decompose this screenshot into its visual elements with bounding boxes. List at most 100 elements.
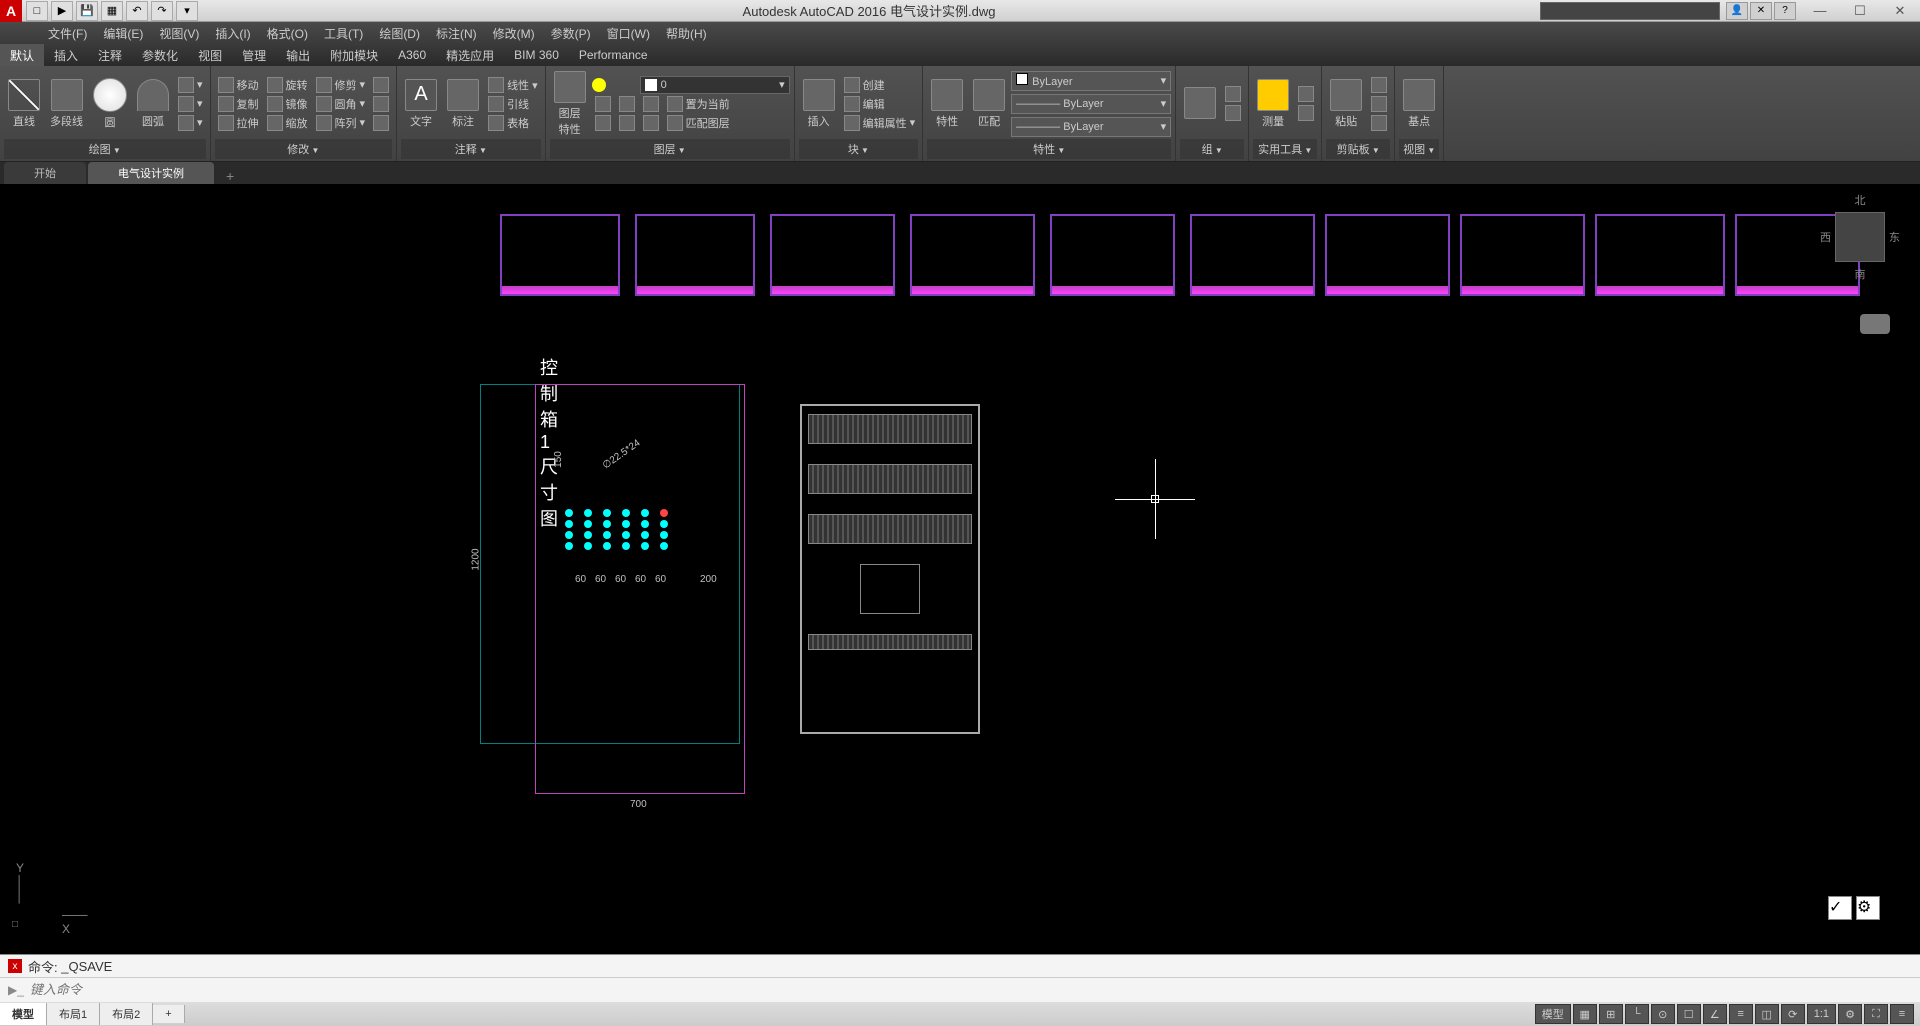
sheet-thumb-2[interactable]	[635, 214, 755, 296]
polyline-button[interactable]: 多段线	[46, 77, 87, 131]
arc-button[interactable]: 圆弧	[133, 77, 173, 131]
ribbon-tab-performance[interactable]: Performance	[569, 44, 658, 66]
help-icon[interactable]: ?	[1774, 2, 1796, 20]
circle-button[interactable]: 圆	[89, 76, 131, 132]
menu-parametric[interactable]: 参数(P)	[543, 25, 599, 42]
copy-button[interactable]: 复制	[215, 95, 262, 113]
group-i2[interactable]	[1222, 104, 1244, 122]
status-annoscale[interactable]: 1:1	[1807, 1004, 1836, 1024]
array-button[interactable]: 阵列 ▾	[313, 114, 369, 132]
status-gear-icon[interactable]: ⚙	[1838, 1004, 1862, 1024]
layer-i5[interactable]	[616, 114, 638, 132]
ribbon-tab-insert[interactable]: 插入	[44, 44, 88, 66]
status-customize-icon[interactable]: ≡	[1890, 1004, 1914, 1024]
viewcube-west[interactable]: 西	[1820, 229, 1831, 245]
menu-view[interactable]: 视图(V)	[151, 25, 207, 42]
text-button[interactable]: A文字	[401, 77, 441, 131]
edit-block-button[interactable]: 编辑	[841, 95, 919, 113]
cmd-close-icon[interactable]: x	[8, 959, 22, 973]
layer-props-button[interactable]: 图层特性	[550, 69, 590, 139]
viewcube[interactable]: 北 西 东 南	[1820, 192, 1900, 282]
clip-i2[interactable]	[1368, 95, 1390, 113]
menu-insert[interactable]: 插入(I)	[207, 25, 258, 42]
sheet-thumb-9[interactable]	[1595, 214, 1725, 296]
match-props-button[interactable]: 匹配	[969, 77, 1009, 131]
base-point-button[interactable]: 基点	[1399, 77, 1439, 131]
layer-i1[interactable]	[592, 95, 614, 113]
status-lweight-icon[interactable]: ≡	[1729, 1004, 1753, 1024]
fillet-button[interactable]: 圆角 ▾	[313, 95, 369, 113]
clip-i1[interactable]	[1368, 76, 1390, 94]
qat-plot-icon[interactable]: ▦	[101, 1, 123, 21]
panel-title-draw[interactable]: 绘图	[4, 139, 206, 159]
dimension-button[interactable]: 标注	[443, 77, 483, 131]
table-button[interactable]: 表格	[485, 114, 541, 132]
make-current-button[interactable]: 置为当前	[664, 95, 733, 113]
viewcube-east[interactable]: 东	[1889, 229, 1900, 245]
sheet-thumb-6[interactable]	[1190, 214, 1315, 296]
draw-flyout-1[interactable]: ▾	[175, 76, 206, 94]
match-layer-button[interactable]: 匹配图层	[664, 114, 733, 132]
mirror-button[interactable]: 镜像	[264, 95, 311, 113]
layer-i4[interactable]	[592, 114, 614, 132]
panel-title-props[interactable]: 特性	[927, 139, 1171, 159]
panel-title-view[interactable]: 视图	[1399, 139, 1439, 159]
view-icon-2[interactable]: ⚙	[1856, 896, 1880, 920]
scale-button[interactable]: 缩放	[264, 114, 311, 132]
util-i2[interactable]	[1295, 104, 1317, 122]
line-button[interactable]: 直线	[4, 77, 44, 131]
ribbon-tab-addins[interactable]: 附加模块	[320, 44, 388, 66]
ribbon-tab-default[interactable]: 默认	[0, 44, 44, 66]
trim-button[interactable]: 修剪 ▾	[313, 76, 369, 94]
status-polar-icon[interactable]: ⊙	[1651, 1004, 1675, 1024]
ribbon-tab-annotate[interactable]: 注释	[88, 44, 132, 66]
move-button[interactable]: 移动	[215, 76, 262, 94]
search-input[interactable]	[1540, 2, 1720, 20]
signin-icon[interactable]: 👤	[1726, 2, 1748, 20]
menu-window[interactable]: 窗口(W)	[599, 25, 658, 42]
layer-freeze-icon[interactable]	[608, 78, 622, 92]
status-transparency-icon[interactable]: ◫	[1755, 1004, 1779, 1024]
leader-button[interactable]: 引线	[485, 95, 541, 113]
menu-file[interactable]: 文件(F)	[40, 25, 95, 42]
ribbon-tab-view[interactable]: 视图	[188, 44, 232, 66]
layout-tab-1[interactable]: 布局1	[47, 1003, 100, 1025]
status-cycling-icon[interactable]: ⟳	[1781, 1004, 1805, 1024]
layer-i6[interactable]	[640, 114, 662, 132]
layer-dropdown[interactable]: 0▾	[640, 76, 790, 94]
lineweight-dropdown[interactable]: ———— ByLayer▾	[1011, 94, 1171, 114]
panel-title-annotate[interactable]: 注释	[401, 139, 541, 159]
draw-flyout-2[interactable]: ▾	[175, 95, 206, 113]
color-dropdown[interactable]: ByLayer▾	[1011, 71, 1171, 91]
status-osnap-icon[interactable]: ☐	[1677, 1004, 1701, 1024]
sheet-thumb-8[interactable]	[1460, 214, 1585, 296]
ribbon-tab-output[interactable]: 输出	[276, 44, 320, 66]
stretch-button[interactable]: 拉伸	[215, 114, 262, 132]
panel-title-block[interactable]: 块	[799, 139, 919, 159]
panel-title-modify[interactable]: 修改	[215, 139, 393, 159]
add-tab-button[interactable]: +	[216, 168, 244, 184]
menu-modify[interactable]: 修改(M)	[485, 25, 543, 42]
layout-tab-model[interactable]: 模型	[0, 1003, 47, 1025]
close-button[interactable]: ✕	[1880, 0, 1920, 22]
ribbon-tab-a360[interactable]: A360	[388, 44, 436, 66]
linetype-dropdown[interactable]: ———— ByLayer▾	[1011, 117, 1171, 137]
ribbon-tab-featured[interactable]: 精选应用	[436, 44, 504, 66]
view-icon-1[interactable]: ✓	[1828, 896, 1852, 920]
sheet-thumb-5[interactable]	[1050, 214, 1175, 296]
drawing-tab[interactable]: 电气设计实例	[88, 162, 214, 184]
app-logo[interactable]: A	[0, 0, 22, 22]
paste-button[interactable]: 粘贴	[1326, 77, 1366, 131]
status-fullscreen-icon[interactable]: ⛶	[1864, 1004, 1888, 1024]
modify-extra-3[interactable]	[370, 114, 392, 132]
group-button[interactable]	[1180, 85, 1220, 123]
menu-format[interactable]: 格式(O)	[259, 25, 316, 42]
menu-draw[interactable]: 绘图(D)	[371, 25, 428, 42]
qat-new-icon[interactable]: □	[26, 1, 48, 21]
viewcube-south[interactable]: 南	[1820, 266, 1900, 282]
draw-flyout-3[interactable]: ▾	[175, 114, 206, 132]
qat-save-icon[interactable]: 💾	[76, 1, 98, 21]
sheet-thumb-7[interactable]	[1325, 214, 1450, 296]
layer-i3[interactable]	[640, 95, 662, 113]
qat-more-icon[interactable]: ▾	[176, 1, 198, 21]
